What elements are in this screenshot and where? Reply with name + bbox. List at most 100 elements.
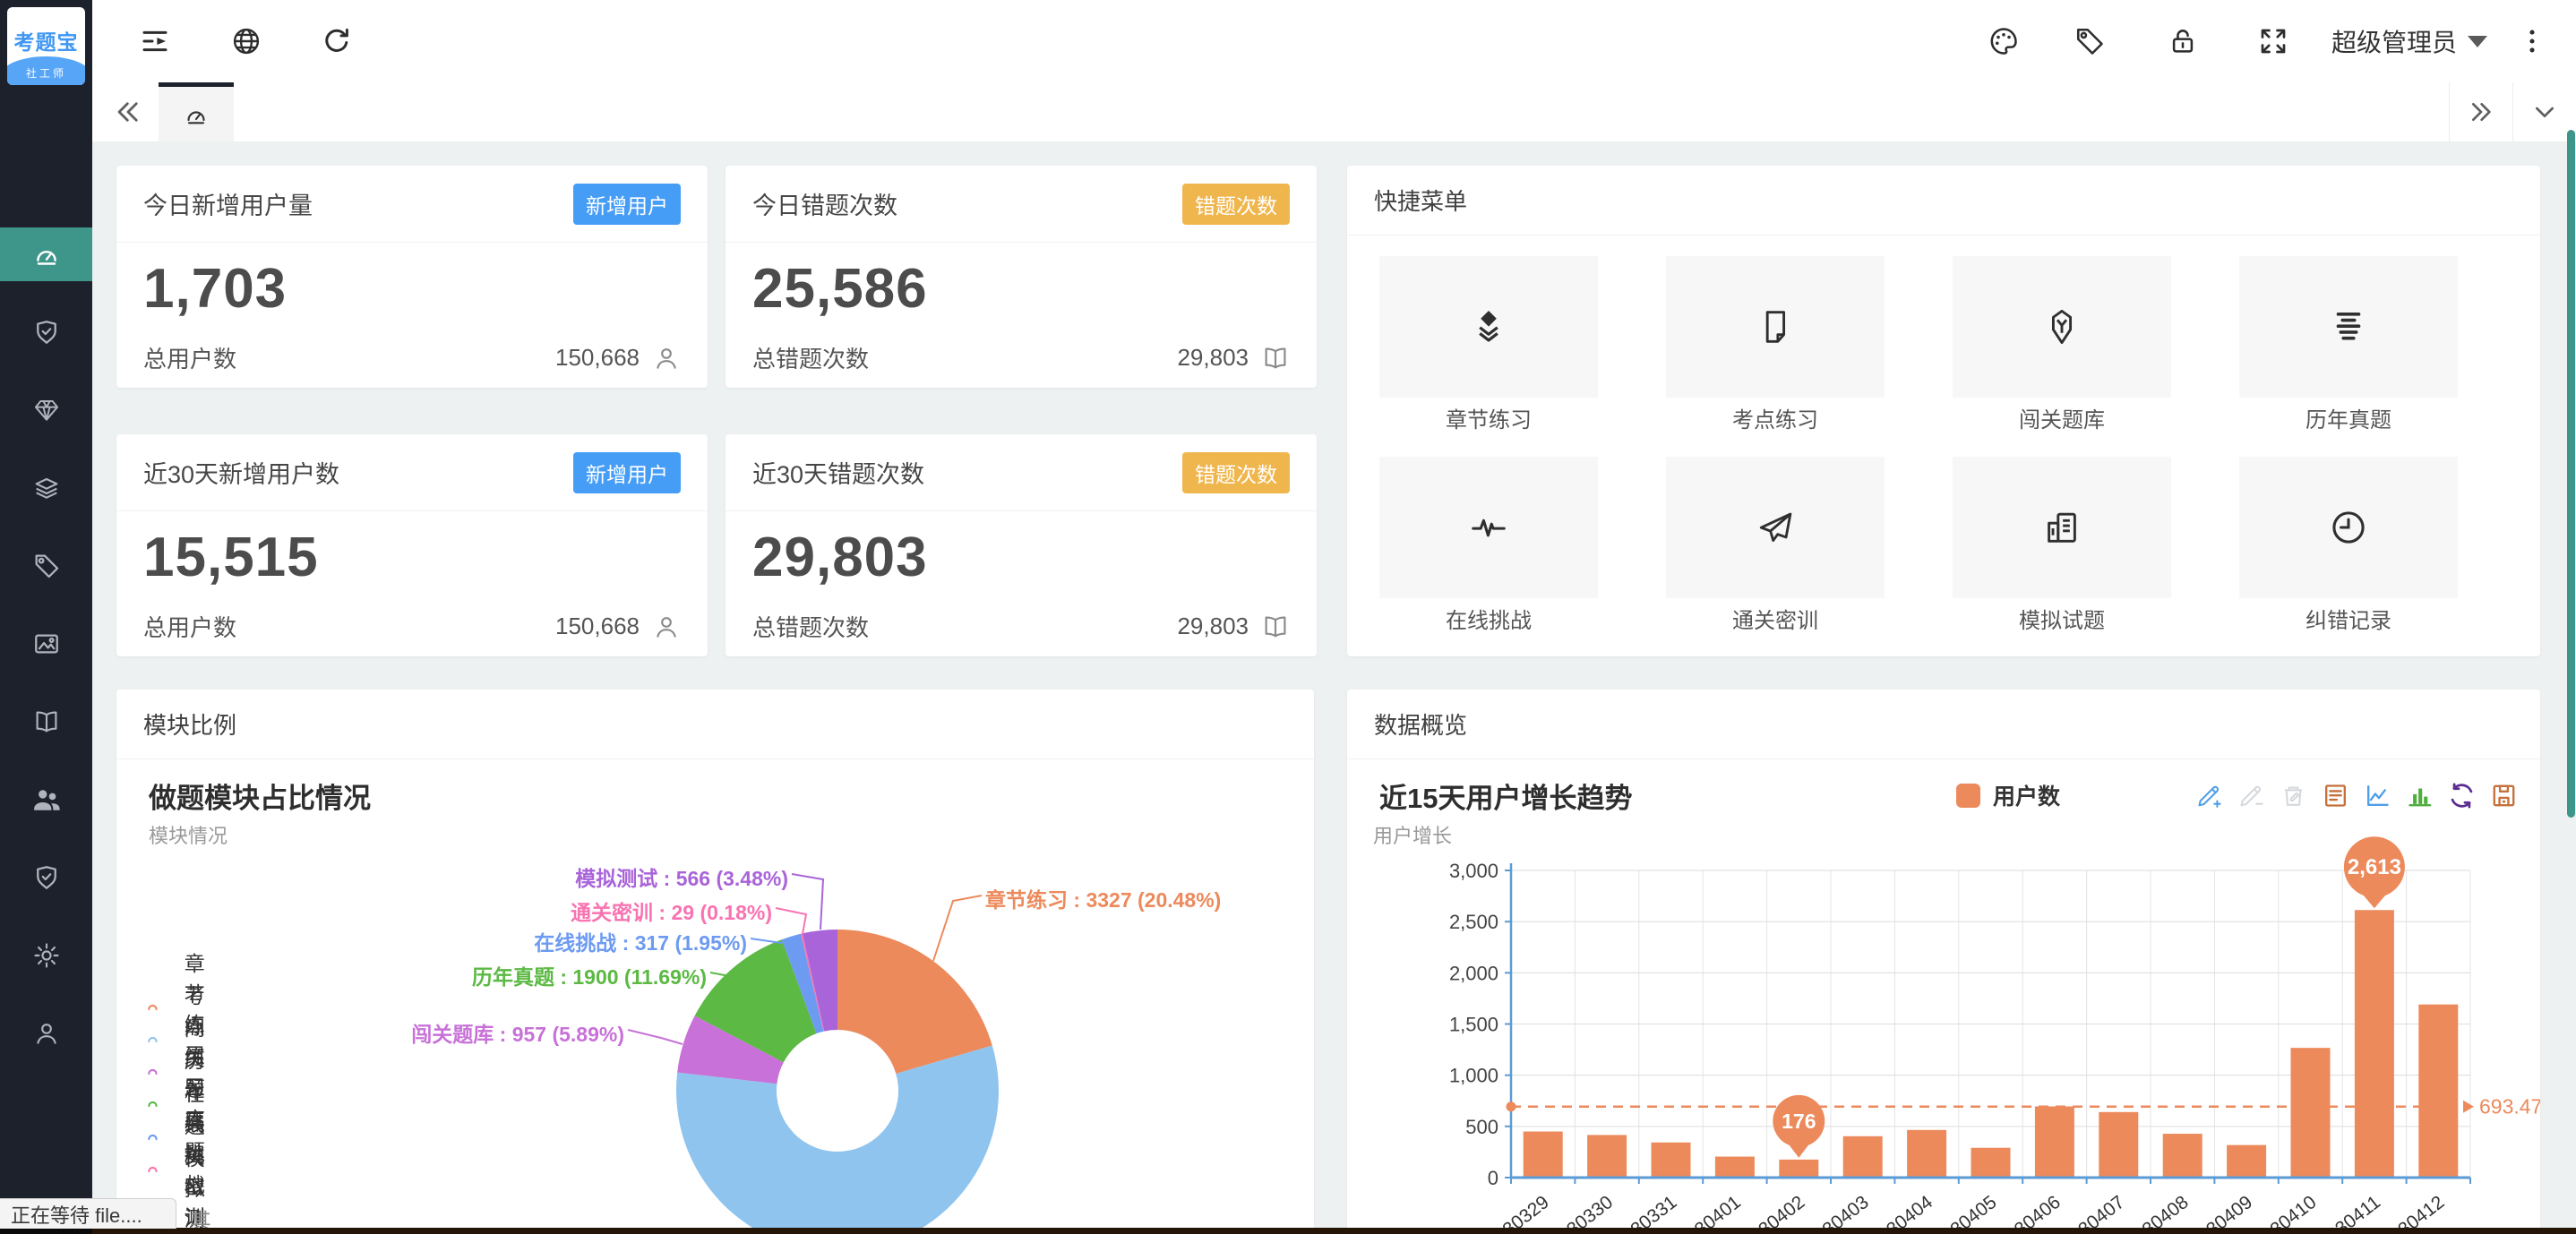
tabs-scroll-left-button[interactable] bbox=[101, 82, 155, 141]
collapse-menu-icon[interactable] bbox=[139, 25, 171, 57]
sidebar-item-dashboard[interactable] bbox=[0, 227, 92, 281]
quick-item-online-challenge[interactable] bbox=[1379, 457, 1598, 598]
globe-icon[interactable] bbox=[230, 25, 262, 57]
refresh-icon[interactable] bbox=[321, 25, 353, 57]
quick-item-label[interactable]: 闯关题库 bbox=[1953, 402, 2171, 433]
user-menu[interactable]: 超级管理员 bbox=[2331, 0, 2487, 82]
double-chevron-right-icon bbox=[2467, 98, 2495, 126]
y-tick-label: 2,500 bbox=[1449, 911, 1498, 933]
average-line-arrow bbox=[2463, 1101, 2474, 1113]
status-badge: 新增用户 bbox=[573, 452, 681, 493]
sidebar-item-membership[interactable] bbox=[0, 383, 92, 437]
bar-20230329[interactable] bbox=[1524, 1132, 1563, 1178]
sidebar-item-media[interactable] bbox=[0, 617, 92, 671]
quick-item-label[interactable]: 模拟试题 bbox=[1953, 603, 2171, 634]
average-line-label: 693.47 bbox=[2479, 1095, 2540, 1118]
sidebar-item-account[interactable] bbox=[0, 1007, 92, 1060]
bar-20230403[interactable] bbox=[1843, 1136, 1883, 1178]
pie-callout-label: 闯关题库 : 957 (5.89%) bbox=[411, 1017, 624, 1048]
y-tick-label: 2,000 bbox=[1449, 962, 1498, 984]
bar-20230330[interactable] bbox=[1587, 1135, 1627, 1178]
bar-20230404[interactable] bbox=[1907, 1130, 1946, 1178]
quick-item-error-log[interactable] bbox=[2239, 457, 2458, 598]
tag-icon[interactable] bbox=[2074, 25, 2106, 57]
bar-20230405[interactable] bbox=[1971, 1148, 2011, 1178]
quick-item-label[interactable]: 章节练习 bbox=[1379, 402, 1598, 433]
user-icon bbox=[652, 613, 681, 641]
gauge-icon bbox=[183, 101, 210, 128]
arc-marker-icon bbox=[148, 1097, 158, 1111]
buildings-icon bbox=[2041, 507, 2082, 548]
paper-plane-icon bbox=[1755, 507, 1796, 548]
book-icon bbox=[1261, 613, 1290, 641]
stat-card-30d-wrong-answers: 近30天错题次数错题次数 29,803 总错题次数29,803 bbox=[726, 434, 1317, 656]
sidebar-item-tags[interactable] bbox=[0, 539, 92, 593]
stat-footer-label: 总错题次数 bbox=[752, 610, 869, 643]
app-logo[interactable]: 考题宝 社工师 bbox=[7, 7, 85, 85]
card-title: 近30天新增用户数 bbox=[143, 455, 339, 490]
bar-20230402[interactable] bbox=[1779, 1160, 1818, 1178]
bar-20230408[interactable] bbox=[2163, 1134, 2202, 1178]
bar-20230410[interactable] bbox=[2291, 1048, 2331, 1178]
quick-item-label[interactable]: 通关密训 bbox=[1666, 603, 1885, 634]
tabs-scroll-right-button[interactable] bbox=[2449, 82, 2512, 141]
tabbar-controls bbox=[2449, 82, 2576, 141]
status-badge: 错题次数 bbox=[1182, 452, 1290, 493]
bar-20230412[interactable] bbox=[2418, 1005, 2458, 1178]
quick-item-label[interactable]: 在线挑战 bbox=[1379, 603, 1598, 634]
sidebar-nav bbox=[0, 227, 92, 1084]
sidebar-item-review[interactable] bbox=[0, 851, 92, 904]
bar-20230409[interactable] bbox=[2227, 1145, 2266, 1178]
stat-footer-value: 29,803 bbox=[1177, 344, 1249, 372]
panel-title: 模块比例 bbox=[116, 690, 1314, 759]
bar-20230331[interactable] bbox=[1652, 1143, 1691, 1178]
stat-value: 1,703 bbox=[143, 257, 287, 321]
y-tick-label: 3,000 bbox=[1449, 860, 1498, 882]
quick-item-label[interactable]: 历年真题 bbox=[2239, 402, 2458, 433]
pie-callout-label: 章节练习 : 3327 (20.48%) bbox=[985, 883, 1221, 913]
bar-chart[interactable]: 05001,0001,5002,0002,5003,00020230329202… bbox=[1347, 690, 2540, 1234]
quick-item-mock-exam[interactable] bbox=[1953, 457, 2171, 598]
arc-marker-icon bbox=[148, 1033, 158, 1047]
y-tick-label: 1,000 bbox=[1449, 1065, 1498, 1087]
bar-20230406[interactable] bbox=[2035, 1107, 2074, 1178]
sidebar: 考题宝 社工师 bbox=[0, 0, 92, 1234]
users-icon bbox=[31, 784, 62, 815]
bar-20230401[interactable] bbox=[1715, 1157, 1755, 1178]
double-chevron-left-icon bbox=[113, 97, 143, 127]
chevron-down-icon bbox=[2530, 98, 2559, 126]
quick-item-chapter-practice[interactable] bbox=[1379, 256, 1598, 398]
stat-card-today-wrong-answers: 今日错题次数错题次数 25,586 总错题次数29,803 bbox=[726, 166, 1317, 388]
quick-item-challenge-bank[interactable] bbox=[1953, 256, 2171, 398]
sidebar-item-users[interactable] bbox=[0, 773, 92, 827]
y-tick-label: 0 bbox=[1488, 1167, 1498, 1189]
card-title: 今日错题次数 bbox=[752, 186, 897, 221]
fullscreen-icon[interactable] bbox=[2257, 25, 2289, 57]
bar-20230411[interactable] bbox=[2355, 910, 2394, 1178]
quick-item-label[interactable]: 纠错记录 bbox=[2239, 603, 2458, 634]
sidebar-item-chapters[interactable] bbox=[0, 461, 92, 515]
bottom-edge-strip bbox=[0, 1228, 2576, 1234]
main-content: 今日新增用户量新增用户 1,703 总用户数150,668 今日错题次数错题次数… bbox=[92, 141, 2576, 1234]
sidebar-item-library[interactable] bbox=[0, 695, 92, 749]
mark-point-label: 176 bbox=[1782, 1110, 1816, 1133]
gear-icon bbox=[32, 941, 61, 970]
arc-marker-icon bbox=[148, 1130, 158, 1144]
mark-point-tail bbox=[1787, 1143, 1810, 1158]
kebab-menu-icon[interactable] bbox=[2516, 25, 2548, 57]
tab-dashboard[interactable] bbox=[159, 82, 234, 141]
sidebar-item-settings[interactable] bbox=[0, 929, 92, 982]
lock-icon[interactable] bbox=[2167, 25, 2199, 57]
pie-slice-章节练习[interactable] bbox=[837, 930, 992, 1074]
quick-item-past-papers[interactable] bbox=[2239, 256, 2458, 398]
bar-20230407[interactable] bbox=[2099, 1112, 2138, 1178]
pulse-icon bbox=[1468, 507, 1509, 548]
quick-item-topic-practice[interactable] bbox=[1666, 256, 1885, 398]
card-title: 今日新增用户量 bbox=[143, 186, 313, 221]
sidebar-item-audit[interactable] bbox=[0, 305, 92, 359]
palette-icon[interactable] bbox=[1988, 25, 2020, 57]
quick-item-secret-training[interactable] bbox=[1666, 457, 1885, 598]
quick-item-label[interactable]: 考点练习 bbox=[1666, 402, 1885, 433]
stat-footer-label: 总错题次数 bbox=[752, 341, 869, 374]
page-scrollbar-thumb[interactable] bbox=[2567, 130, 2575, 818]
